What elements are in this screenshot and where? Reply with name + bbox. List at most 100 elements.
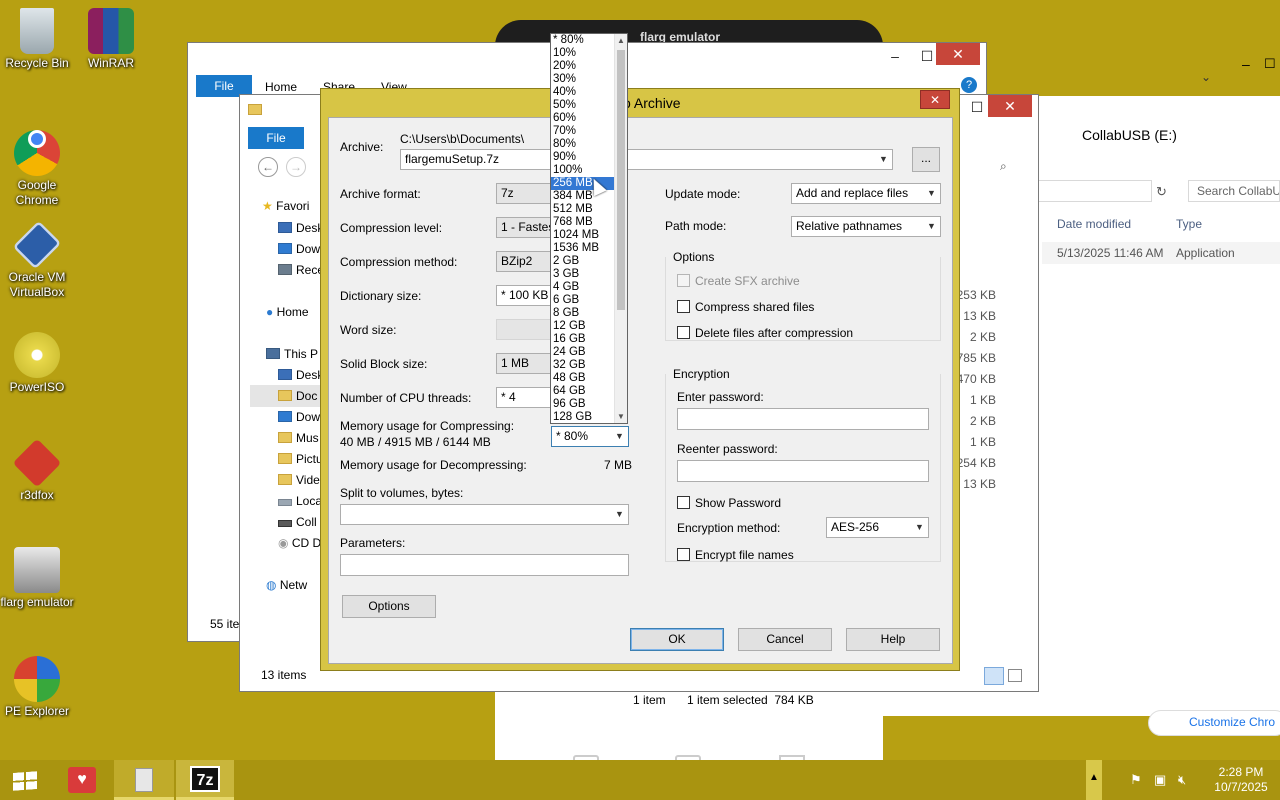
column-header-type[interactable]: Type: [1176, 217, 1202, 231]
encryption-method-combo[interactable]: AES-256 ▼: [826, 517, 929, 538]
memory-usage-dropdown-list[interactable]: * 80% 10% 20% 30% 40% 50% 60% 70% 80% 90% 100% 256 …: [550, 33, 628, 424]
enter-password-input[interactable]: [677, 408, 929, 430]
scroll-up-icon[interactable]: ▲: [615, 34, 627, 47]
folder-icon: [278, 474, 292, 485]
dropdown-scrollbar[interactable]: ▲ ▼: [614, 34, 627, 423]
parameters-input[interactable]: [340, 554, 629, 576]
cpu-threads-combo[interactable]: * 4: [496, 387, 552, 408]
start-button[interactable]: [0, 760, 50, 800]
restore-icon[interactable]: ☐: [1264, 56, 1276, 72]
tab-file[interactable]: File: [248, 127, 304, 149]
show-password-checkbox[interactable]: Show Password: [677, 496, 781, 510]
tree-item[interactable]: Vide: [278, 473, 320, 487]
desktop-icon-flarg-emulator[interactable]: flarg emulator: [0, 547, 74, 610]
folder-icon: [248, 104, 262, 115]
search-box[interactable]: Search CollabUS: [1188, 180, 1280, 202]
star-icon: ★: [262, 199, 273, 213]
tree-item[interactable]: Loca: [278, 494, 322, 508]
solid-block-size-combo[interactable]: 1 MB: [496, 353, 552, 374]
archive-format-combo[interactable]: 7z: [496, 183, 552, 204]
tree-item[interactable]: Desk: [278, 368, 323, 382]
compression-method-combo[interactable]: BZip2: [496, 251, 552, 272]
tree-item[interactable]: Desk: [278, 221, 323, 235]
search-icon[interactable]: ⌕: [1000, 159, 1007, 174]
close-icon[interactable]: ✕: [936, 43, 980, 65]
desktop-icon-poweriso[interactable]: PowerISO: [0, 332, 74, 395]
taskbar-app-heart-monitor[interactable]: ♥: [58, 760, 106, 800]
desktop-icon-virtualbox[interactable]: Oracle VM VirtualBox: [0, 220, 74, 300]
taskbar-app-file-explorer[interactable]: [114, 760, 174, 800]
desktop-icon-pe-explorer[interactable]: PE Explorer: [0, 656, 74, 719]
scroll-down-icon[interactable]: ▼: [615, 410, 627, 423]
heart-monitor-icon: ♥: [68, 767, 96, 793]
pe-explorer-icon: [14, 656, 60, 702]
split-volumes-combo[interactable]: ▼: [340, 504, 629, 525]
tree-item[interactable]: Rece: [278, 263, 324, 277]
browse-button[interactable]: ...: [912, 147, 940, 172]
chevron-down-icon[interactable]: ⌄: [1201, 70, 1211, 84]
close-icon[interactable]: ✕: [988, 95, 1032, 117]
archive-name-combo[interactable]: flargemuSetup.7z ▼: [400, 149, 893, 170]
tree-item[interactable]: Doc: [250, 385, 322, 407]
show-hidden-icons-button[interactable]: ▲: [1086, 760, 1102, 800]
compress-shared-checkbox[interactable]: Compress shared files: [677, 300, 814, 314]
tree-item[interactable]: ● Home: [266, 305, 309, 319]
desktop-icon-r3dfox[interactable]: r3dfox: [0, 438, 74, 503]
chevron-up-icon: ▲: [1089, 772, 1099, 783]
tree-item[interactable]: ★ Favori: [262, 199, 309, 213]
details-view-icon[interactable]: [984, 667, 1004, 685]
tray-flag-icon[interactable]: ⚑: [1130, 760, 1148, 800]
large-icons-view-icon[interactable]: [1008, 669, 1022, 682]
back-icon[interactable]: ←: [258, 157, 278, 177]
clock[interactable]: 2:28 PM 10/7/2025: [1206, 760, 1276, 800]
compression-level-label: Compression level:: [340, 221, 443, 235]
tab-home[interactable]: Home: [265, 80, 297, 94]
tree-item[interactable]: Dow: [278, 242, 320, 256]
tray-network-icon[interactable]: ▣: [1154, 760, 1172, 800]
desktop-icon-google-chrome[interactable]: Google Chrome: [0, 116, 74, 208]
update-mode-combo[interactable]: Add and replace files ▼: [791, 183, 941, 204]
tree-item[interactable]: Dow: [278, 410, 320, 424]
refresh-icon[interactable]: ↻: [1156, 184, 1167, 200]
minimize-icon[interactable]: –: [1242, 56, 1250, 72]
reenter-password-input[interactable]: [677, 460, 929, 482]
checkbox-box: [677, 274, 690, 287]
folder-icon: [278, 453, 292, 464]
column-header-date[interactable]: Date modified: [1057, 217, 1131, 231]
dictionary-size-combo[interactable]: * 100 KB: [496, 285, 552, 306]
create-sfx-checkbox[interactable]: Create SFX archive: [677, 274, 800, 288]
memory-decompressing-value: 7 MB: [604, 458, 633, 472]
tree-item[interactable]: ◉ CD D: [278, 536, 321, 550]
cancel-button[interactable]: Cancel: [738, 628, 832, 651]
desktop-icon-winrar[interactable]: WinRAR: [74, 8, 148, 71]
dialog-close-button[interactable]: ✕: [920, 90, 950, 109]
tree-item[interactable]: Pictu: [278, 452, 323, 466]
encrypt-file-names-checkbox[interactable]: Encrypt file names: [677, 548, 794, 562]
path-mode-combo[interactable]: Relative pathnames ▼: [791, 216, 941, 237]
ok-button[interactable]: OK: [630, 628, 724, 651]
scrollbar-thumb[interactable]: [617, 50, 625, 310]
compression-level-combo[interactable]: 1 - Fastest: [496, 217, 552, 238]
computer-icon: [266, 348, 280, 359]
delete-after-checkbox[interactable]: Delete files after compression: [677, 326, 853, 340]
taskbar-app-7zip[interactable]: 7z: [176, 760, 234, 800]
minimize-icon[interactable]: –: [878, 45, 912, 67]
customize-chrome-button[interactable]: Customize Chro: [1148, 710, 1280, 736]
archive-format-label: Archive format:: [340, 187, 421, 201]
word-size-combo[interactable]: [496, 319, 552, 340]
desktop-icon-recycle-bin[interactable]: Recycle Bin: [0, 8, 74, 71]
tree-item[interactable]: Coll: [278, 515, 317, 529]
tray-volume-muted-icon[interactable]: 🔇︎: [1178, 760, 1196, 800]
memory-usage-combo[interactable]: * 80% ▼: [551, 426, 629, 447]
file-row-date: 5/13/2025 11:46 AM: [1057, 246, 1164, 260]
tree-item[interactable]: Mus: [278, 431, 319, 445]
help-button[interactable]: Help: [846, 628, 940, 651]
tree-item[interactable]: ◍ Netw: [266, 578, 307, 592]
chevron-down-icon: ▼: [615, 509, 624, 519]
options-button[interactable]: Options: [342, 595, 436, 618]
r3dfox-icon: [12, 438, 62, 488]
tree-item[interactable]: This P: [266, 347, 318, 361]
forward-icon[interactable]: →: [286, 157, 306, 177]
help-icon[interactable]: ?: [961, 77, 977, 93]
status-item-count: 1 item: [633, 693, 666, 707]
